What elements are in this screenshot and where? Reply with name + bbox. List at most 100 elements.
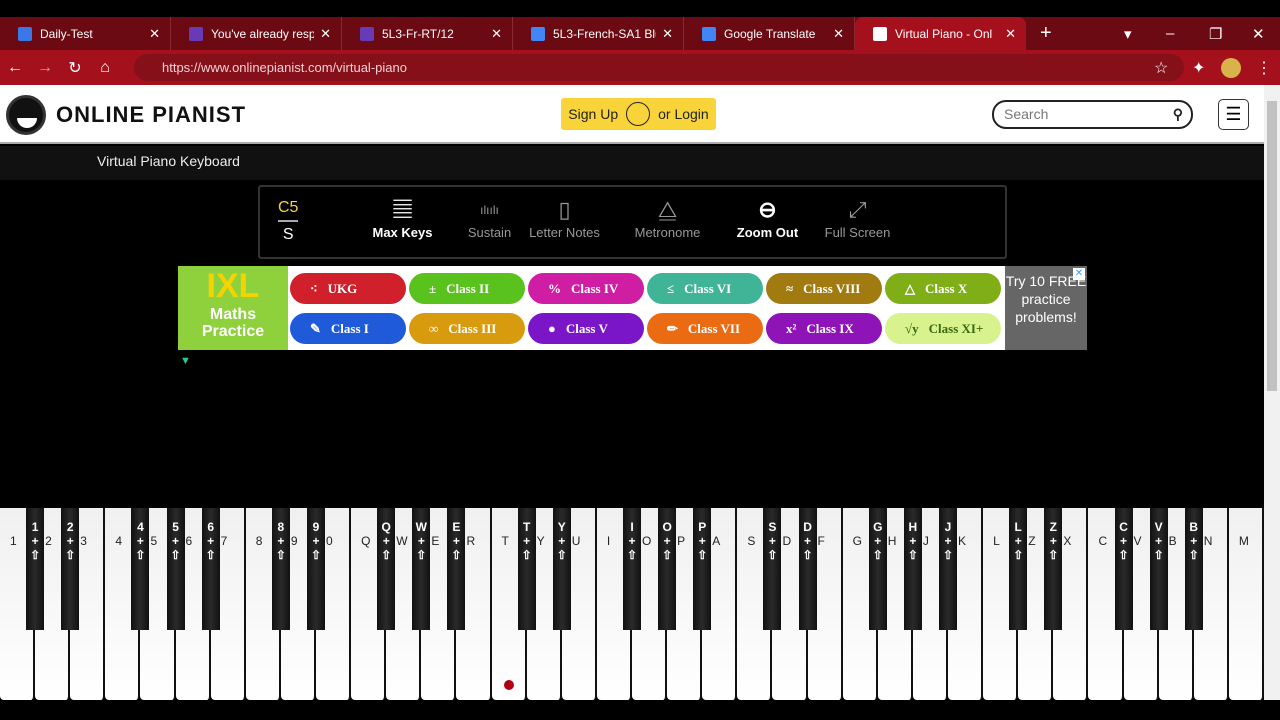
class-button[interactable]: x² Class IX [766, 313, 882, 344]
key-marker-dot [504, 680, 514, 690]
class-button[interactable]: ● Class V [528, 313, 644, 344]
tool-max-keys[interactable]: 𝄚 Max Keys [360, 195, 445, 240]
black-key[interactable]: Z + ⇧ [1044, 508, 1063, 630]
tab-search-icon[interactable]: ▾ [1124, 25, 1132, 43]
white-key-label: 4 [115, 534, 123, 548]
class-button[interactable]: % Class IV [528, 273, 644, 304]
star-icon[interactable]: ☆ [1154, 58, 1168, 78]
search-icon[interactable]: ⚲ [1173, 102, 1183, 127]
close-tab-icon[interactable]: ✕ [320, 26, 331, 42]
white-key-label: 0 [326, 534, 333, 548]
tool-metronome[interactable]: ⧋ Metronome [625, 195, 710, 240]
forward-icon[interactable]: → [30, 59, 60, 77]
black-key-label: P [698, 520, 707, 534]
ixl-advertisement[interactable]: IXL Maths Practice Try 10 FREE practice pr… [178, 266, 1087, 350]
class-button[interactable]: ≈ Class VIII [766, 273, 882, 304]
restore-button[interactable]: ❐ [1209, 25, 1222, 43]
browser-tab[interactable]: Virtual Piano - Onl ✕ [855, 17, 1026, 50]
ixl-logo[interactable]: IXL Maths Practice [178, 266, 288, 350]
ad-choices-icon[interactable]: ▼ [180, 355, 191, 367]
tool-letter-notes[interactable]: ▯ Letter Notes [522, 195, 607, 240]
class-button[interactable]: ≤ Class VI [647, 273, 763, 304]
plus-sign: + [558, 534, 566, 548]
browser-tab[interactable]: Daily-Test ✕ [0, 17, 171, 50]
black-key[interactable]: H + ⇧ [903, 508, 922, 630]
more-icon[interactable]: ⋮ [1256, 58, 1272, 78]
close-window-button[interactable]: ✕ [1252, 25, 1265, 43]
class-button[interactable]: ⁖ UKG [290, 273, 406, 304]
tool-full-screen[interactable]: ⤢ Full Screen [815, 195, 900, 240]
plus-sign: + [698, 534, 706, 548]
black-key[interactable]: S + ⇧ [763, 508, 782, 630]
black-key[interactable]: B + ⇧ [1184, 508, 1203, 630]
tool-zoom-out[interactable]: ⊖ Zoom Out [725, 195, 810, 240]
black-key[interactable]: 1 + ⇧ [26, 508, 45, 630]
extensions-icon[interactable]: ✦ [1192, 58, 1205, 78]
black-key[interactable]: O + ⇧ [658, 508, 677, 630]
minimize-button[interactable]: – [1166, 25, 1174, 42]
black-key[interactable]: V + ⇧ [1149, 508, 1168, 630]
white-key-label: A [712, 534, 721, 548]
ad-cta[interactable]: Try 10 FREE practice problems! ✕ [1005, 266, 1087, 350]
black-key[interactable]: J + ⇧ [939, 508, 957, 630]
black-key-label: 5 [172, 520, 179, 534]
octave-indicator[interactable]: C5 S [278, 199, 299, 244]
class-button[interactable]: △ Class X [885, 273, 1001, 304]
black-key[interactable]: 4 + ⇧ [131, 508, 150, 630]
ad-close-icon[interactable]: ✕ [1073, 268, 1085, 280]
user-icon [626, 102, 651, 126]
class-button[interactable]: ∞ Class III [409, 313, 525, 344]
black-key[interactable]: I + ⇧ [623, 508, 641, 630]
black-key[interactable]: D + ⇧ [798, 508, 817, 630]
black-key[interactable]: Q + ⇧ [377, 508, 396, 630]
black-key[interactable]: Y + ⇧ [552, 508, 571, 630]
logo[interactable]: ONLINE PIANIST [6, 95, 246, 135]
class-button[interactable]: √y Class XI+ [885, 313, 1001, 344]
close-tab-icon[interactable]: ✕ [491, 26, 502, 42]
black-key[interactable]: 9 + ⇧ [307, 508, 325, 630]
signup-link[interactable]: Sign Up [568, 106, 618, 122]
black-key[interactable]: 2 + ⇧ [61, 508, 80, 630]
browser-tab[interactable]: Google Translate ✕ [684, 17, 855, 50]
scrollbar[interactable] [1264, 85, 1280, 700]
class-button[interactable]: ✏ Class VII [647, 313, 763, 344]
url-input[interactable]: https://www.onlinepianist.com/virtual-pi… [134, 54, 1184, 81]
black-key[interactable]: G + ⇧ [868, 508, 887, 630]
browser-tab[interactable]: 5L3-French-SA1 Blue P ✕ [513, 17, 684, 50]
browser-tab[interactable]: You've already respond ✕ [171, 17, 342, 50]
tool-label: Letter Notes [529, 225, 600, 240]
class-button[interactable]: ✎ Class I [290, 313, 406, 344]
black-key[interactable]: 8 + ⇧ [271, 508, 290, 630]
tool-sustain[interactable]: ılıılı Sustain [447, 195, 532, 240]
login-link[interactable]: or Login [658, 106, 709, 122]
close-tab-icon[interactable]: ✕ [662, 26, 673, 42]
home-icon[interactable]: ⌂ [90, 59, 120, 77]
white-key-label: W [396, 534, 408, 548]
close-tab-icon[interactable]: ✕ [149, 26, 160, 42]
signup-login-button[interactable]: Sign Up or Login [561, 98, 716, 130]
search-input[interactable]: Search ⚲ [992, 100, 1193, 129]
hamburger-menu-button[interactable]: ☰ [1218, 99, 1249, 130]
class-button[interactable]: ± Class II [409, 273, 525, 304]
black-key[interactable]: W + ⇧ [412, 508, 431, 630]
white-key-label: E [431, 534, 440, 548]
close-tab-icon[interactable]: ✕ [833, 26, 844, 42]
plus-sign: + [1014, 534, 1022, 548]
black-key[interactable]: C + ⇧ [1114, 508, 1133, 630]
black-key[interactable]: P + ⇧ [693, 508, 712, 630]
reload-icon[interactable]: ↻ [60, 58, 90, 78]
scrollbar-thumb[interactable] [1267, 101, 1277, 391]
browser-tab[interactable]: 5L3-Fr-RT/12 ✕ [342, 17, 513, 50]
black-key[interactable]: 6 + ⇧ [201, 508, 220, 630]
black-key[interactable]: E + ⇧ [447, 508, 466, 630]
black-key[interactable]: T + ⇧ [517, 508, 536, 630]
back-icon[interactable]: ← [0, 59, 30, 77]
black-key[interactable]: L + ⇧ [1009, 508, 1028, 630]
white-key-label: D [782, 534, 792, 548]
black-key[interactable]: 5 + ⇧ [166, 508, 185, 630]
shift-icon: ⇧ [662, 548, 673, 562]
white-key[interactable]: M [1228, 508, 1264, 700]
avatar[interactable] [1221, 57, 1241, 78]
new-tab-button[interactable]: + [1040, 22, 1052, 45]
close-tab-icon[interactable]: ✕ [1005, 26, 1016, 42]
